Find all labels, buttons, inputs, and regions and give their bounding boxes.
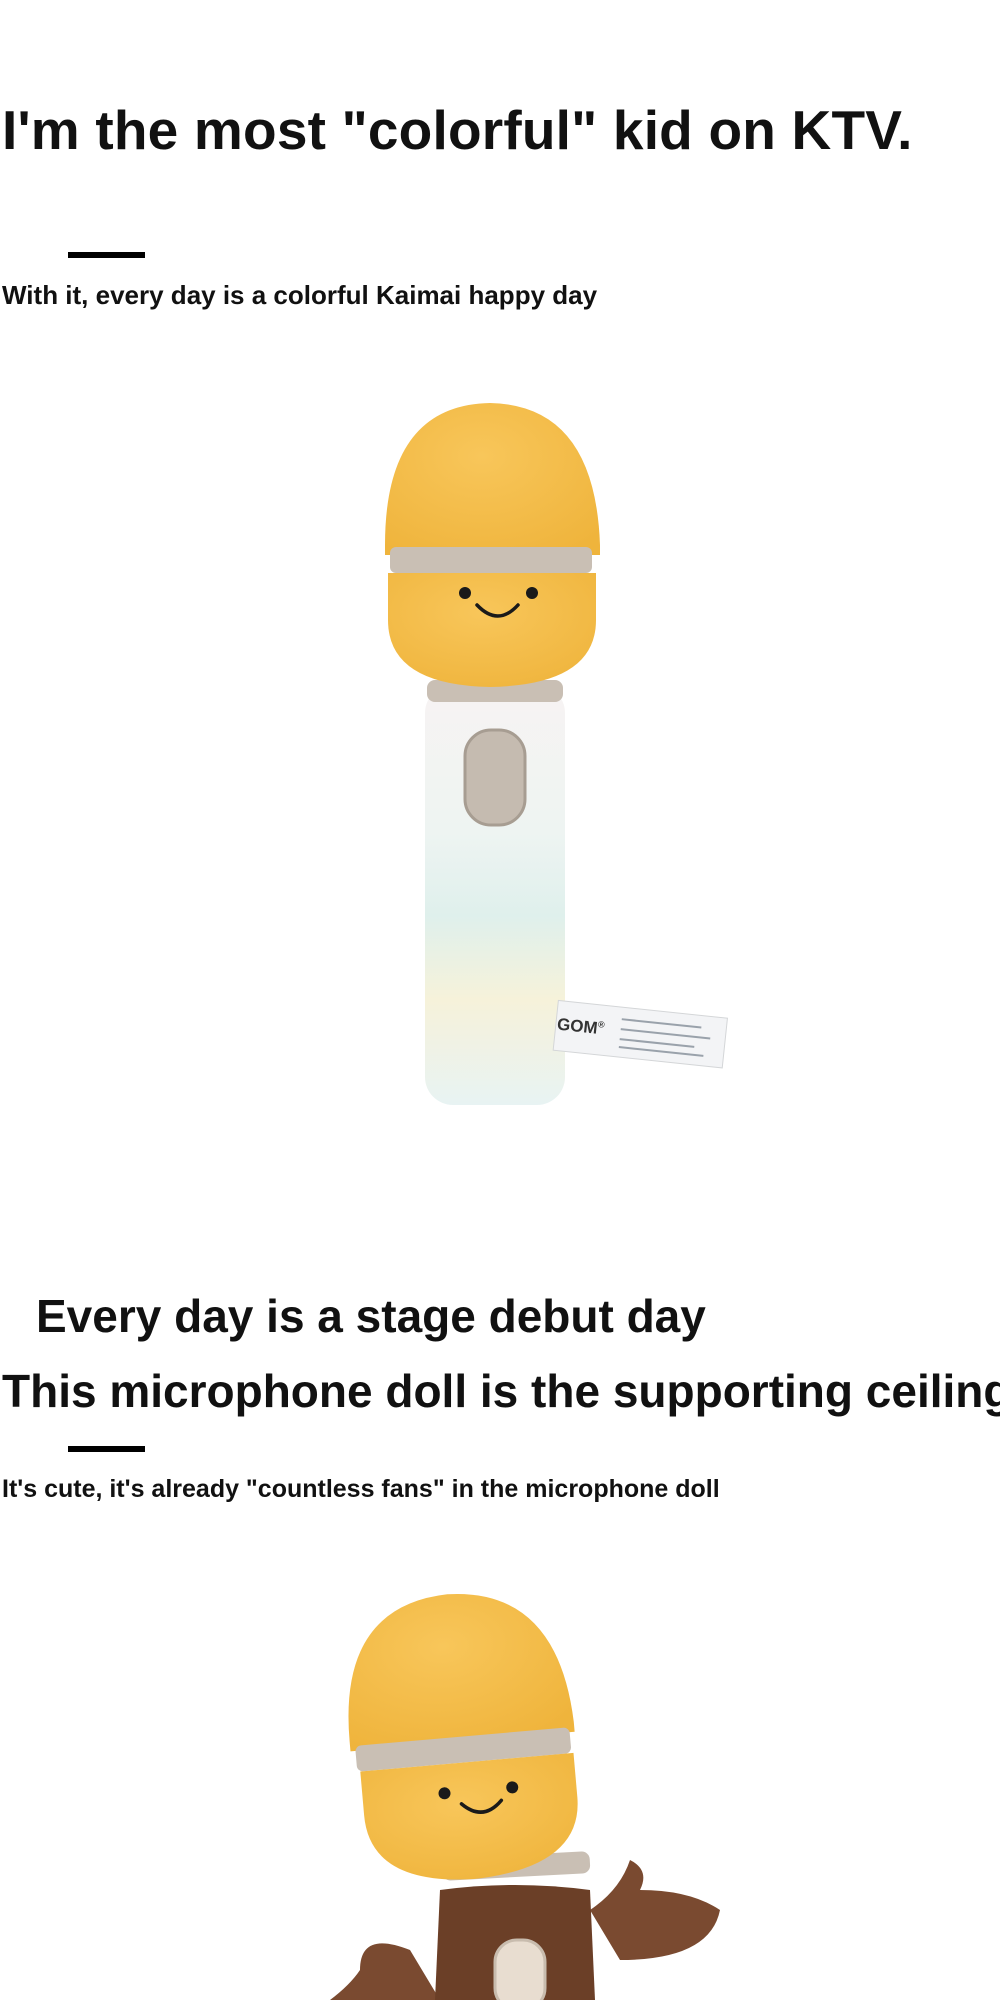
plush-head-top	[385, 403, 600, 555]
section-2-subheading: It's cute, it's already "countless fans"…	[2, 1475, 720, 1503]
section-1-subheading: With it, every day is a colorful Kaimai …	[2, 280, 598, 310]
heading-divider	[68, 252, 145, 258]
heading-divider	[68, 1446, 145, 1452]
head-band	[390, 547, 592, 573]
microphone-plush-photo: GOM®	[300, 395, 760, 1135]
section-2-heading-line-2: This microphone doll is the supporting c…	[2, 1365, 1000, 1417]
tag-brand-text: GOM	[556, 1014, 599, 1038]
section-1-heading: I'm the most "colorful" kid on KTV.	[2, 99, 913, 161]
microphone-doll-photo	[290, 1590, 750, 2000]
doll-arm-right	[590, 1860, 720, 1960]
doll-head-top	[348, 1594, 575, 1752]
plush-face	[388, 573, 596, 687]
switch-patch	[463, 728, 527, 827]
section-2-heading-line-1: Every day is a stage debut day	[36, 1290, 706, 1342]
tag-registered-mark: ®	[597, 1019, 606, 1030]
